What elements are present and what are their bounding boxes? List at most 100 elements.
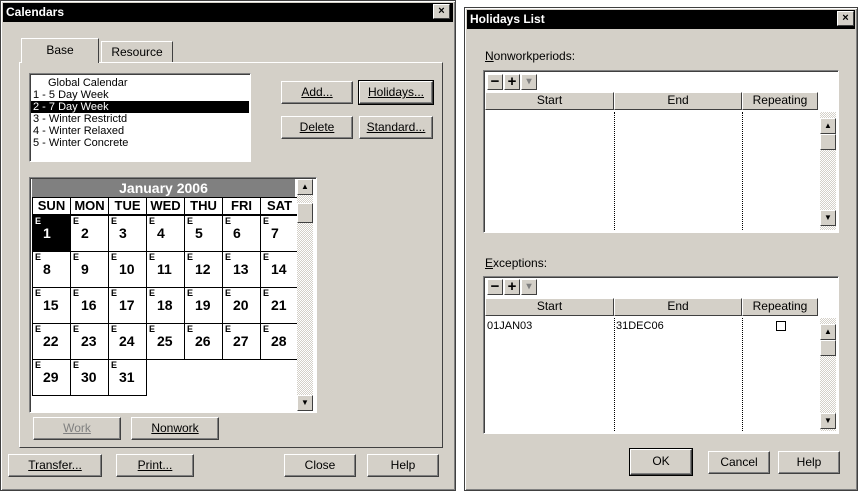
list-item[interactable]: 1 - 5 Day Week — [31, 89, 249, 101]
calendars-window: Calendars × Base Resource Global Calenda… — [0, 0, 456, 491]
scroll-up-icon[interactable]: ▲ — [297, 179, 313, 195]
list-item[interactable]: 5 - Winter Concrete — [31, 137, 249, 149]
ok-button[interactable]: OK — [629, 448, 693, 476]
scroll-thumb[interactable] — [297, 203, 313, 223]
standard-button[interactable]: Standard... — [359, 116, 433, 139]
scroll-down-icon[interactable]: ▼ — [820, 210, 836, 226]
date-cell[interactable]: E 12 — [184, 251, 223, 288]
day-marker: E — [149, 252, 156, 262]
exceptions-label-mnemonic: E — [485, 256, 494, 270]
date-cell[interactable]: E 25 — [146, 323, 185, 360]
holidays-close-icon[interactable]: × — [837, 11, 854, 26]
calendar-scrollbar[interactable]: ▲ ▼ — [297, 179, 313, 411]
date-cell[interactable]: E 21 — [260, 287, 299, 324]
date-cell[interactable]: E 20 — [222, 287, 261, 324]
help-button[interactable]: Help — [778, 451, 840, 474]
day-marker: E — [263, 252, 270, 262]
col-start[interactable]: Start — [485, 92, 614, 110]
list-item-selected[interactable]: 2 - 7 Day Week — [31, 101, 249, 113]
col-end[interactable]: End — [614, 298, 742, 316]
date-number: 24 — [119, 333, 135, 349]
date-cell[interactable]: E 10 — [108, 251, 147, 288]
date-cell[interactable]: E 30 — [70, 359, 109, 396]
add-row-icon[interactable]: + — [504, 74, 520, 90]
scroll-thumb[interactable] — [820, 134, 836, 150]
date-cell[interactable]: E 29 — [32, 359, 71, 396]
date-cell[interactable]: E9 — [70, 251, 109, 288]
close-button[interactable]: Close — [284, 454, 356, 477]
scroll-thumb[interactable] — [820, 340, 836, 356]
calendar-list[interactable]: Global Calendar 1 - 5 Day Week 2 - 7 Day… — [29, 73, 251, 162]
day-header-thu: THU — [184, 197, 223, 215]
add-row-icon[interactable]: + — [504, 279, 520, 295]
date-cell[interactable]: E 23 — [70, 323, 109, 360]
exception-start[interactable]: 01JAN03 — [487, 319, 532, 333]
nonwork-button[interactable]: Nonwork — [131, 417, 219, 440]
day-header-mon: MON — [70, 197, 109, 215]
help-button[interactable]: Help — [367, 454, 439, 477]
add-button[interactable]: Add... — [281, 81, 353, 104]
exceptions-scrollbar[interactable]: ▲ ▼ — [820, 318, 836, 431]
date-cell[interactable]: E6 — [222, 215, 261, 252]
delete-button[interactable]: Delete — [281, 116, 353, 139]
date-cell[interactable]: E 24 — [108, 323, 147, 360]
scroll-down-icon[interactable]: ▼ — [820, 413, 836, 429]
date-cell[interactable]: E 22 — [32, 323, 71, 360]
col-start[interactable]: Start — [485, 298, 614, 316]
list-item[interactable]: 4 - Winter Relaxed — [31, 125, 249, 137]
cancel-button[interactable]: Cancel — [708, 451, 770, 474]
repeating-checkbox[interactable] — [776, 321, 786, 331]
transfer-button[interactable]: Transfer... — [8, 454, 102, 477]
date-cell[interactable]: E1 — [32, 215, 71, 252]
col-end[interactable]: End — [614, 92, 742, 110]
date-number: 18 — [157, 297, 173, 313]
holidays-button[interactable]: Holidays... — [358, 80, 434, 105]
dropdown-icon[interactable]: ▾ — [521, 74, 537, 90]
nonwork-scrollbar[interactable]: ▲ ▼ — [820, 112, 836, 230]
date-cell[interactable]: E 14 — [260, 251, 299, 288]
date-cell[interactable]: E7 — [260, 215, 299, 252]
date-cell[interactable]: E 17 — [108, 287, 147, 324]
scroll-down-icon[interactable]: ▼ — [297, 395, 313, 411]
date-cell[interactable]: E4 — [146, 215, 185, 252]
date-cell[interactable]: E 15 — [32, 287, 71, 324]
day-marker: E — [73, 324, 80, 334]
date-number: 30 — [81, 369, 97, 385]
date-cell[interactable]: E5 — [184, 215, 223, 252]
table-row[interactable]: 01JAN03 31DEC06 — [485, 319, 819, 333]
date-cell[interactable]: E 18 — [146, 287, 185, 324]
tab-resource[interactable]: Resource — [101, 41, 173, 63]
dropdown-icon[interactable]: ▾ — [521, 279, 537, 295]
date-cell[interactable]: E 19 — [184, 287, 223, 324]
date-cell[interactable]: E3 — [108, 215, 147, 252]
date-cell[interactable]: E 27 — [222, 323, 261, 360]
col-repeating[interactable]: Repeating — [742, 92, 818, 110]
date-cell[interactable]: E8 — [32, 251, 71, 288]
exceptions-label: Exceptions: — [485, 256, 547, 270]
date-cell[interactable]: E 16 — [70, 287, 109, 324]
work-button[interactable]: Work — [33, 417, 121, 440]
scroll-up-icon[interactable]: ▲ — [820, 118, 836, 134]
date-number: 2 — [81, 225, 89, 241]
ok-label: OK — [652, 454, 670, 468]
list-item[interactable]: Global Calendar — [31, 77, 249, 89]
tab-base[interactable]: Base — [21, 38, 99, 63]
date-cell[interactable]: E 13 — [222, 251, 261, 288]
print-button[interactable]: Print... — [116, 454, 194, 477]
date-cell[interactable]: E2 — [70, 215, 109, 252]
day-marker: E — [187, 324, 194, 334]
remove-row-icon[interactable]: − — [487, 74, 503, 90]
date-cell[interactable]: E 31 — [108, 359, 147, 396]
date-cell[interactable]: E 26 — [184, 323, 223, 360]
exception-end[interactable]: 31DEC06 — [616, 319, 664, 333]
date-number: 22 — [43, 333, 59, 349]
date-cell[interactable]: E 28 — [260, 323, 299, 360]
date-number: 23 — [81, 333, 97, 349]
day-marker: E — [149, 324, 156, 334]
list-item[interactable]: 3 - Winter Restrictd — [31, 113, 249, 125]
calendars-close-icon[interactable]: × — [433, 4, 450, 19]
date-cell[interactable]: E 11 — [146, 251, 185, 288]
col-repeating[interactable]: Repeating — [742, 298, 818, 316]
remove-row-icon[interactable]: − — [487, 279, 503, 295]
scroll-up-icon[interactable]: ▲ — [820, 324, 836, 340]
